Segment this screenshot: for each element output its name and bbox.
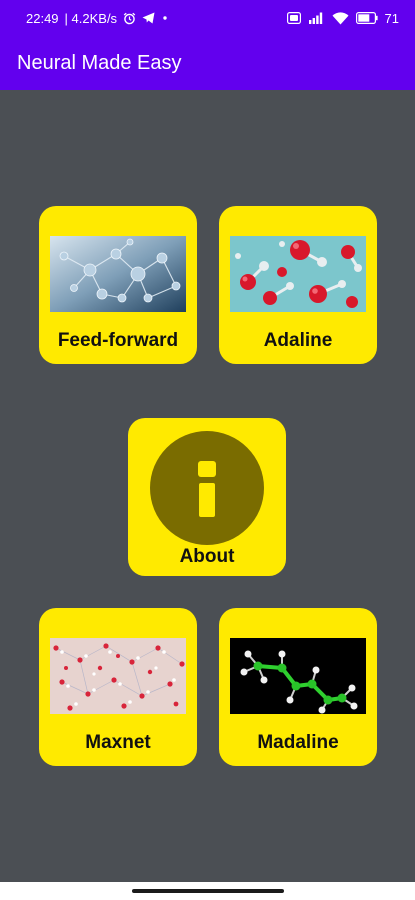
dot-icon (161, 14, 169, 22)
alarm-icon (123, 12, 136, 25)
app-title: Neural Made Easy (17, 51, 182, 74)
menu-grid: Feed-forward Adaline About Maxnet Madali… (0, 90, 415, 882)
status-bar: 22:49 | 4.2KB/s 71 (0, 0, 415, 36)
adaline-label: Adaline (263, 330, 333, 351)
status-time: 22:49 (26, 10, 59, 26)
navigation-bar (0, 882, 415, 900)
signal-icon (308, 12, 325, 24)
sim-card-icon (286, 12, 301, 24)
feed-forward-label: Feed-forward (57, 330, 179, 351)
about-button[interactable]: About (128, 418, 286, 576)
molecular-lattice-image (50, 638, 186, 714)
maxnet-label: Maxnet (85, 732, 151, 753)
madaline-button[interactable]: Madaline (219, 608, 377, 766)
feed-forward-button[interactable]: Feed-forward (39, 206, 197, 364)
battery-icon (355, 12, 378, 24)
battery-level: 71 (384, 10, 399, 26)
app-bar: Neural Made Easy (0, 36, 415, 90)
madaline-label: Madaline (257, 732, 339, 753)
red-white-molecules-image (230, 236, 366, 312)
adaline-button[interactable]: Adaline (219, 206, 377, 364)
maxnet-button[interactable]: Maxnet (39, 608, 197, 766)
network-speed: | 4.2KB/s (64, 10, 118, 26)
info-icon (150, 431, 264, 545)
molecular-network-image (50, 236, 186, 312)
telegram-icon (142, 12, 155, 24)
green-carbon-chain-image (230, 638, 366, 714)
wifi-icon (332, 11, 349, 25)
about-label: About (179, 546, 235, 567)
home-gesture-handle[interactable] (132, 889, 284, 893)
